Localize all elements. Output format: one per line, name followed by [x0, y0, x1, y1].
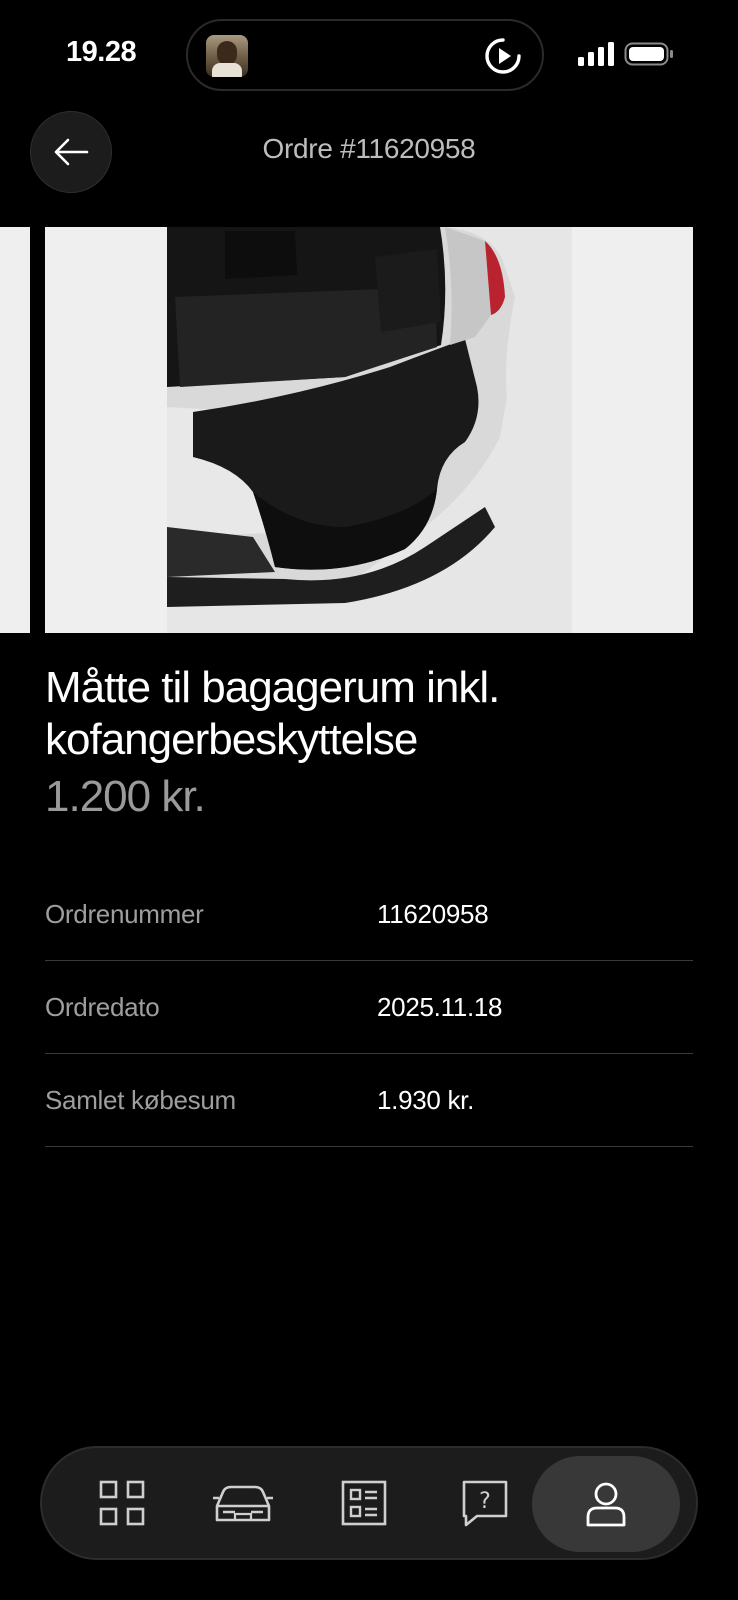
document-list-icon	[341, 1480, 387, 1526]
detail-row-order-date: Ordredato 2025.11.18	[45, 961, 693, 1054]
car-icon	[213, 1485, 273, 1522]
nav-item-orders[interactable]	[304, 1448, 424, 1558]
nav-item-support[interactable]: ?	[425, 1448, 545, 1558]
svg-text:?: ?	[479, 1489, 491, 1514]
dynamic-island[interactable]	[186, 19, 544, 91]
detail-label: Ordrenummer	[45, 899, 204, 929]
product-image	[45, 227, 693, 633]
detail-label: Samlet købesum	[45, 1085, 236, 1115]
detail-label: Ordredato	[45, 992, 160, 1022]
bottom-nav: ?	[40, 1446, 698, 1560]
detail-row-total: Samlet købesum 1.930 kr.	[45, 1054, 693, 1147]
play-icon	[485, 38, 521, 74]
help-icon: ?	[462, 1480, 508, 1527]
product-price: 1.200 kr.	[45, 772, 206, 821]
detail-row-order-number: Ordrenummer 11620958	[45, 868, 693, 961]
battery-icon	[624, 42, 673, 66]
page-title: Ordre #11620958	[262, 133, 476, 164]
signal-icon	[578, 42, 614, 66]
nav-item-overview[interactable]	[62, 1448, 182, 1558]
nav-item-profile[interactable]	[532, 1456, 680, 1552]
detail-value: 1.930 kr.	[377, 1085, 475, 1115]
detail-value: 11620958	[377, 899, 489, 929]
nav-item-car[interactable]	[183, 1448, 303, 1558]
product-name: Måtte til bagagerum inkl. kofangerbeskyt…	[45, 663, 500, 764]
now-playing-thumbnail	[206, 35, 248, 77]
product-image-carousel[interactable]	[0, 227, 738, 633]
profile-icon	[586, 1482, 626, 1527]
grid-icon	[99, 1480, 145, 1526]
previous-slide[interactable]	[0, 227, 30, 633]
order-details: Ordrenummer 11620958 Ordredato 2025.11.1…	[45, 868, 693, 1147]
status-time: 19.28	[66, 36, 137, 68]
detail-value: 2025.11.18	[377, 992, 503, 1022]
